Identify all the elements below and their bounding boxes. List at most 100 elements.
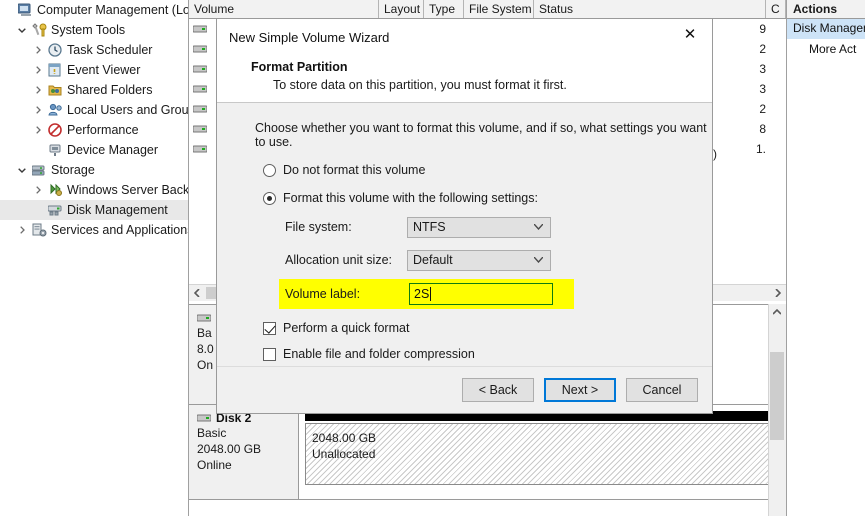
checkbox-compression[interactable]: Enable file and folder compression [263,347,712,361]
sidebar-item-storage[interactable]: Storage [0,160,188,180]
allocation-unit-value: Default [413,253,453,267]
checkbox-compression-icon[interactable] [263,347,276,361]
chevron-right-icon[interactable] [14,220,30,240]
sidebar-item-disk-management[interactable]: Disk Management [0,200,188,220]
file-system-value: NTFS [413,220,446,234]
disk-pane-vscrollbar[interactable] [768,304,786,516]
dialog-title: New Simple Volume Wizard [229,30,390,45]
sidebar-item-label: Disk Management [67,203,168,217]
volume-capacity-cell: 8 [759,122,766,136]
file-system-label: File system: [285,220,352,234]
device-icon [46,140,64,160]
hscroll-left-arrow[interactable] [189,285,205,301]
sidebar-item-label: Services and Applications [51,223,188,237]
next-button[interactable]: Next > [544,378,616,402]
sidebar-item-event-viewer[interactable]: Event Viewer [0,60,188,80]
volume-disk-icon [189,85,211,93]
column-header-layout[interactable]: Layout [379,0,424,18]
sidebar-item-local-users-and-groups[interactable]: Local Users and Groups [0,100,188,120]
event-icon [46,60,64,80]
volume-capacity-cell: 2 [759,102,766,116]
chevron-down-icon[interactable] [14,160,30,180]
checkbox-quick-format-label: Perform a quick format [283,321,410,335]
volume-capacity-cell: 2 [759,42,766,56]
radio-do-not-format-label: Do not format this volume [283,163,426,177]
sidebar-item-label: Local Users and Groups [67,103,188,117]
sidebar-item-services-and-applications[interactable]: Services and Applications [0,220,188,240]
sidebar-item-performance[interactable]: Performance [0,120,188,140]
chevron-right-icon[interactable] [30,80,46,100]
sidebar-item-label: Windows Server Backup [67,183,188,197]
chevron-right-icon[interactable] [30,180,46,200]
dialog-footer: < Back Next > Cancel [217,366,712,413]
field-file-system: File system: NTFS [285,216,712,238]
chevron-right-icon[interactable] [30,40,46,60]
back-button[interactable]: < Back [462,378,534,402]
radio-format-volume-icon[interactable] [263,191,276,205]
checkbox-quick-format-icon[interactable] [263,321,276,335]
console-tree-pane: Computer Management (Local System Tools Ta… [0,0,188,500]
computer-icon [16,0,34,20]
allocation-unit-select[interactable]: Default [407,249,551,271]
sidebar-item-task-scheduler[interactable]: Task Scheduler [0,40,188,60]
text-caret [430,287,432,301]
column-header-volume[interactable]: Volume [189,0,379,18]
volume-label-value: 2S [414,287,430,301]
chevron-down-icon [533,255,544,265]
disk-drive-icon [196,411,212,425]
radio-format-volume[interactable]: Format this volume with the following se… [263,191,712,205]
backup-icon [46,180,64,200]
chevron-right-icon[interactable] [30,100,46,120]
clock-icon [46,40,64,60]
sidebar-item-label: Event Viewer [67,63,141,77]
file-system-select[interactable]: NTFS [407,216,551,238]
sidebar-item-device-manager[interactable]: Device Manager [0,140,188,160]
disk2-capacity: 2048.00 GB [197,442,262,456]
column-header-type[interactable]: Type [424,0,464,18]
chevron-right-icon[interactable] [30,120,46,140]
volume-label-input[interactable]: 2S [409,283,553,305]
disk2-state: Online [197,458,232,472]
vscroll-up-arrow[interactable] [769,304,785,320]
column-header-filesystem[interactable]: File System [464,0,534,18]
dialog-heading: Format Partition [251,60,348,74]
radio-do-not-format-icon[interactable] [263,163,276,177]
column-header-status[interactable]: Status [534,0,766,18]
volume-capacity-cell: 1. [755,142,766,156]
hscroll-right-arrow[interactable] [770,285,786,301]
volume-disk-icon [189,25,211,33]
users-icon [46,100,64,120]
sidebar-item-label: Computer Management (Local [37,3,188,17]
sidebar-item-label: Task Scheduler [67,43,153,57]
disk-info-disk2: Disk 2 Basic 2048.00 GB Online [189,405,299,499]
actions-item-more-actions[interactable]: More Act [787,39,865,59]
chevron-down-icon[interactable] [14,20,30,40]
column-header-capacity[interactable]: C [766,0,786,18]
folder-icon [46,80,64,100]
radio-do-not-format[interactable]: Do not format this volume [263,163,712,177]
volume-disk-icon [189,145,211,153]
vscroll-thumb[interactable] [770,352,784,440]
volume-label-label: Volume label: [285,287,361,301]
checkbox-quick-format[interactable]: Perform a quick format [263,321,712,335]
cancel-button[interactable]: Cancel [626,378,698,402]
tools-icon [30,20,48,40]
disk-block-disk2[interactable]: Disk 2 Basic 2048.00 GB Online 2048.00 G… [189,405,786,500]
volume-capacity-cell: 3 [759,82,766,96]
sidebar-item-computer-management-local[interactable]: Computer Management (Local [0,0,188,20]
sidebar-item-windows-server-backup[interactable]: Windows Server Backup [0,180,188,200]
disk2-unallocated-partition[interactable]: 2048.00 GB Unallocated [305,423,778,485]
actions-item-disk-management[interactable]: Disk Managem [787,19,865,39]
close-icon[interactable]: ✕ [668,19,712,49]
dialog-body: Choose whether you want to format this v… [217,103,712,403]
disk-drive-icon [196,311,212,325]
dialog-titlebar[interactable]: New Simple Volume Wizard ✕ [217,19,712,56]
field-allocation-unit: Allocation unit size: Default [285,249,712,271]
sidebar-item-system-tools[interactable]: System Tools [0,20,188,40]
chevron-right-icon[interactable] [30,60,46,80]
dialog-header-block: Format Partition To store data on this p… [217,56,712,103]
sidebar-item-label: Shared Folders [67,83,153,97]
sidebar-item-shared-folders[interactable]: Shared Folders [0,80,188,100]
